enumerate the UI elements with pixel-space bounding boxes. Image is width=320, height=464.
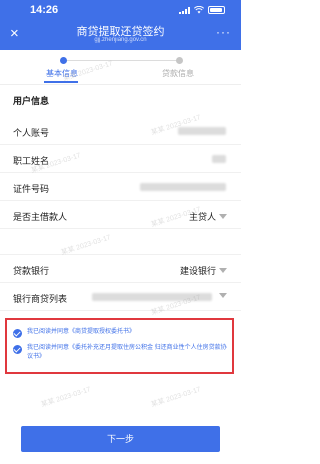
redacted-value	[212, 155, 226, 163]
step-dot-loan-info	[176, 57, 183, 64]
checked-icon[interactable]	[13, 329, 22, 338]
tab-basic-info[interactable]: 基本信息	[46, 68, 78, 79]
row-spacer	[0, 229, 241, 255]
field-label: 职工姓名	[13, 156, 50, 166]
field-label: 贷款银行	[13, 266, 50, 276]
caret-down-icon	[219, 268, 227, 273]
status-bar: 14:26	[0, 0, 241, 20]
redacted-value	[140, 183, 226, 191]
next-step-button[interactable]: 下一步	[21, 426, 220, 452]
redacted-value	[178, 127, 226, 135]
status-icons	[179, 6, 225, 14]
field-label: 是否主借款人	[13, 212, 68, 222]
step-connector	[64, 60, 180, 61]
agreement-section: 我已阅读并同意《商贷提取授权委托书》 我已阅读并同意《委托补充还月提取住房公积金…	[5, 318, 234, 374]
page-domain: gjj.zhenjiang.gov.cn	[94, 37, 147, 43]
main-borrower-value: 主贷人	[188, 212, 216, 222]
agreement-item-repayment[interactable]: 我已阅读并同意《委托补充还月提取住房公积金 归还商业性个人住房贷款协议书》	[13, 344, 227, 362]
field-label: 银行商贷列表	[13, 294, 68, 304]
signal-icon	[179, 6, 190, 14]
loan-bank-value: 建设银行	[179, 266, 216, 276]
field-employee-name: 职工姓名	[0, 145, 241, 173]
field-id-number: 证件号码	[0, 173, 241, 201]
field-main-borrower[interactable]: 是否主借款人 主贷人	[0, 201, 241, 229]
agreement-text[interactable]: 我已阅读并同意《委托补充还月提取住房公积金 归还商业性个人住房贷款协议书》	[27, 344, 227, 362]
section-title-user-info: 用户信息	[13, 96, 50, 106]
field-label: 个人账号	[13, 128, 50, 138]
step-indicator: 基本信息 贷款信息	[0, 50, 241, 85]
wifi-icon	[194, 6, 204, 14]
agreement-text[interactable]: 我已阅读并同意《商贷提取授权委托书》	[27, 328, 227, 337]
main-borrower-select[interactable]: 主贷人	[189, 210, 227, 223]
agreement-item-authorization[interactable]: 我已阅读并同意《商贷提取授权委托书》	[13, 328, 227, 338]
checked-icon[interactable]	[13, 345, 22, 354]
watermark: 某某 2023-03-17	[40, 386, 92, 409]
active-step-underline	[44, 81, 78, 83]
watermark: 某某 2023-03-17	[150, 386, 202, 409]
nav-bar: × 商贷提取还贷签约 gjj.zhenjiang.gov.cn ···	[0, 20, 241, 50]
redacted-value	[92, 293, 212, 301]
status-time: 14:26	[30, 4, 59, 16]
field-label: 证件号码	[13, 184, 50, 194]
battery-icon	[208, 6, 225, 14]
caret-down-icon	[219, 293, 227, 298]
more-menu-icon[interactable]: ···	[216, 26, 231, 38]
step-dot-basic-info	[60, 57, 67, 64]
bank-loan-list-select[interactable]	[219, 293, 227, 298]
tab-loan-info[interactable]: 贷款信息	[162, 68, 194, 79]
field-personal-account: 个人账号	[0, 117, 241, 145]
field-loan-bank[interactable]: 贷款银行 建设银行	[0, 255, 241, 283]
loan-bank-select[interactable]: 建设银行	[180, 264, 227, 277]
caret-down-icon	[219, 214, 227, 219]
field-bank-loan-list[interactable]: 银行商贷列表	[0, 283, 241, 311]
